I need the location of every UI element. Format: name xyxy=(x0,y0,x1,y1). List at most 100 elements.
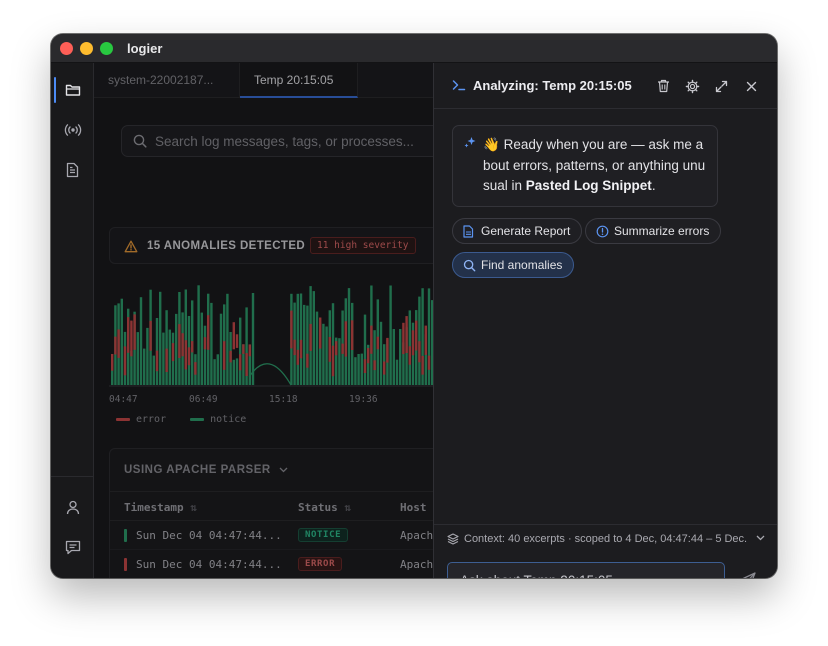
level-indicator xyxy=(124,529,127,542)
document-icon xyxy=(66,162,79,178)
rail-item-files[interactable] xyxy=(51,73,94,107)
close-panel-button[interactable] xyxy=(742,77,760,95)
rail-item-documents[interactable] xyxy=(51,153,94,187)
tab-system-log[interactable]: system-22002187... xyxy=(94,63,240,98)
generate-report-button[interactable]: Generate Report xyxy=(452,218,583,244)
status-badge: NOTICE xyxy=(298,528,349,542)
table-row[interactable]: Sun Dec 04 04:47:44... NOTICE Apach xyxy=(110,521,433,550)
error-bar xyxy=(114,336,117,355)
notice-bar xyxy=(139,297,143,385)
notice-bar xyxy=(325,326,328,385)
notice-bar xyxy=(146,327,149,385)
chart-legend: error notice xyxy=(116,414,246,425)
chevron-down-icon xyxy=(279,467,288,473)
legend-swatch-error xyxy=(116,417,130,421)
ask-box xyxy=(447,562,725,578)
error-bar xyxy=(194,362,197,375)
x-tick-label: 04:47 xyxy=(109,394,138,405)
panel-settings-button[interactable] xyxy=(683,77,701,95)
tab-temp-log[interactable]: Temp 20:15:05 xyxy=(240,63,358,98)
summarize-errors-button[interactable]: Summarize errors xyxy=(585,218,722,244)
error-bar xyxy=(418,341,421,363)
rail-item-chat[interactable] xyxy=(51,530,94,564)
column-header-status[interactable]: Status ⇅ xyxy=(298,501,351,514)
log-view: system-22002187... Temp 20:15:05 15 ANOM… xyxy=(94,63,433,578)
search-input[interactable] xyxy=(155,126,433,156)
notice-bar xyxy=(184,289,187,385)
close-window-button[interactable] xyxy=(60,42,73,55)
notice-bar xyxy=(338,338,341,385)
assistant-message: 👋 Ready when you are — ask me about erro… xyxy=(452,125,718,207)
title-bar: logier xyxy=(51,34,777,63)
context-summary: Context: 40 excerpts · scoped to 4 Dec, … xyxy=(464,533,748,545)
error-bar xyxy=(363,359,367,373)
ask-input[interactable] xyxy=(460,563,716,578)
severity-badge: 11 high severity xyxy=(310,237,416,254)
minimize-window-button[interactable] xyxy=(80,42,93,55)
table-row[interactable]: Sun Dec 04 04:47:44... ERROR Apach xyxy=(110,550,433,578)
error-bar xyxy=(229,350,232,363)
app-title: logier xyxy=(127,41,163,56)
error-bar xyxy=(130,320,133,357)
column-header-timestamp[interactable]: Timestamp ⇅ xyxy=(124,501,197,514)
notice-bar xyxy=(213,359,216,385)
error-bar xyxy=(424,325,427,355)
notice-bar xyxy=(175,313,178,385)
info-circle-icon xyxy=(596,225,609,238)
column-label: Status xyxy=(298,501,338,514)
error-bar xyxy=(117,329,120,358)
error-bar xyxy=(127,317,130,353)
clear-chat-button[interactable] xyxy=(654,77,672,95)
search-box xyxy=(121,125,433,157)
row-timestamp: Sun Dec 04 04:47:44... xyxy=(136,558,282,571)
anomalies-banner[interactable]: 15 ANOMALIES DETECTED 11 high severity xyxy=(109,227,433,264)
notice-bar xyxy=(216,354,219,385)
x-tick-label: 06:49 xyxy=(189,394,218,405)
error-bar xyxy=(309,323,312,351)
notice-bar xyxy=(152,355,155,385)
notice-bar xyxy=(418,296,421,385)
send-button[interactable] xyxy=(739,571,757,578)
error-bar xyxy=(149,320,152,351)
chat-icon xyxy=(65,540,80,554)
notice-bar xyxy=(162,332,165,385)
error-bar xyxy=(376,336,379,350)
notice-bar xyxy=(363,314,367,385)
x-tick-label: 19:36 xyxy=(349,394,378,405)
rail-item-account[interactable] xyxy=(51,490,94,524)
notice-bar xyxy=(357,354,360,385)
error-bar xyxy=(203,337,207,350)
notice-bar xyxy=(379,321,383,385)
maximize-window-button[interactable] xyxy=(100,42,113,55)
chip-label: Generate Report xyxy=(481,224,571,238)
legend-label-error: error xyxy=(136,414,167,425)
notice-bar xyxy=(235,358,239,385)
expand-panel-button[interactable] xyxy=(712,77,730,95)
rail-item-settings[interactable] xyxy=(51,570,94,578)
error-bar xyxy=(299,339,303,359)
parser-selector[interactable]: USING APACHE PARSER xyxy=(124,464,288,476)
status-badge: ERROR xyxy=(298,557,343,571)
error-bar xyxy=(293,339,296,356)
error-bar xyxy=(319,317,322,349)
notice-bar xyxy=(219,313,223,385)
warning-icon xyxy=(124,240,138,253)
error-bar xyxy=(386,337,389,363)
error-bar xyxy=(335,341,338,356)
expand-icon xyxy=(715,80,727,92)
error-bar xyxy=(191,341,194,353)
rail-item-streams[interactable] xyxy=(51,113,94,147)
column-header-host[interactable]: Host xyxy=(400,501,427,514)
error-bar xyxy=(242,344,245,354)
sort-icon: ⇅ xyxy=(344,501,351,514)
notice-bar xyxy=(303,304,306,385)
side-rail xyxy=(51,63,94,578)
context-bar[interactable]: Context: 40 excerpts · scoped to 4 Dec, … xyxy=(434,524,777,553)
notice-bar xyxy=(210,302,213,385)
user-icon xyxy=(66,500,79,514)
notice-bar xyxy=(373,330,376,385)
error-bar xyxy=(405,316,408,353)
find-anomalies-button[interactable]: Find anomalies xyxy=(452,252,575,278)
error-bar xyxy=(427,355,431,370)
notice-bar xyxy=(354,357,357,385)
